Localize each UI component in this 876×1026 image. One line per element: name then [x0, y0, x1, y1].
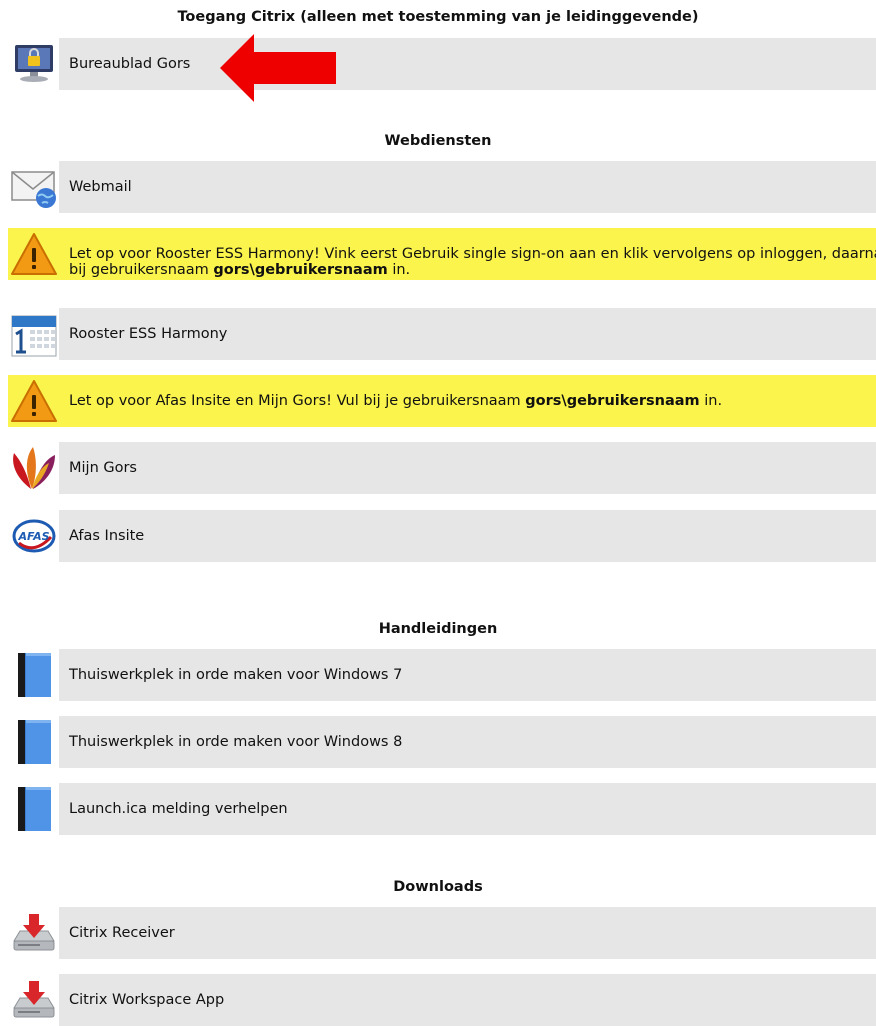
warning-text-rooster: Let op voor Rooster ESS Harmony! Vink ee…: [69, 246, 876, 278]
link-citrix-receiver[interactable]: Citrix Receiver: [8, 907, 876, 959]
link-webmail[interactable]: Webmail: [8, 161, 876, 213]
link-label: Thuiswerkplek in orde maken voor Windows…: [69, 734, 403, 750]
red-arrow-indicator: [220, 34, 336, 102]
link-manual-windows-7[interactable]: Thuiswerkplek in orde maken voor Windows…: [8, 649, 876, 701]
section-heading-handleidingen: Handleidingen: [378, 621, 498, 637]
link-manual-launch-ica[interactable]: Launch.ica melding verhelpen: [8, 783, 876, 835]
link-label: Mijn Gors: [69, 460, 137, 476]
download-drive-icon: [8, 974, 59, 1026]
warning-line-2: bij gebruikersnaam gors\gebruikersnaam i…: [69, 262, 411, 278]
book-icon: [8, 716, 59, 768]
warning-rooster: Let op voor Rooster ESS Harmony! Vink ee…: [8, 228, 876, 280]
envelope-globe-icon: [8, 161, 59, 213]
section-heading-downloads: Downloads: [393, 879, 483, 895]
section-heading-webdiensten: Webdiensten: [384, 133, 492, 149]
afas-logo-icon: AFAS: [8, 510, 59, 562]
warning-afas: Let op voor Afas Insite en Mijn Gors! Vu…: [8, 375, 876, 427]
link-label: Thuiswerkplek in orde maken voor Windows…: [69, 667, 403, 683]
link-citrix-workspace-app[interactable]: Citrix Workspace App: [8, 974, 876, 1026]
download-drive-icon: [8, 907, 59, 959]
link-label: Afas Insite: [69, 528, 145, 544]
link-label: Citrix Receiver: [69, 925, 175, 941]
link-manual-windows-8[interactable]: Thuiswerkplek in orde maken voor Windows…: [8, 716, 876, 768]
link-mijn-gors[interactable]: Mijn Gors: [8, 442, 876, 494]
link-label: Rooster ESS Harmony: [69, 326, 228, 342]
warning-icon: [8, 375, 59, 427]
link-label: Bureaublad Gors: [69, 56, 191, 72]
svg-text:AFAS: AFAS: [17, 530, 49, 543]
link-bureaublad-gors[interactable]: Bureaublad Gors: [8, 38, 876, 90]
calendar-icon: [8, 308, 59, 360]
link-label: Citrix Workspace App: [69, 992, 225, 1008]
link-label: Launch.ica melding verhelpen: [69, 801, 288, 817]
warning-icon: [8, 228, 59, 280]
warning-text-afas: Let op voor Afas Insite en Mijn Gors! Vu…: [69, 393, 723, 409]
book-icon: [8, 783, 59, 835]
monitor-lock-icon: [8, 38, 59, 90]
link-label: Webmail: [69, 179, 132, 195]
link-afas-insite[interactable]: AFAS Afas Insite: [8, 510, 876, 562]
warning-line-1: Let op voor Rooster ESS Harmony! Vink ee…: [69, 246, 876, 262]
section-heading-citrix: Toegang Citrix (alleen met toestemming v…: [177, 9, 699, 25]
link-rooster-ess-harmony[interactable]: Rooster ESS Harmony: [8, 308, 876, 360]
book-icon: [8, 649, 59, 701]
mijn-gors-logo-icon: [8, 442, 59, 494]
